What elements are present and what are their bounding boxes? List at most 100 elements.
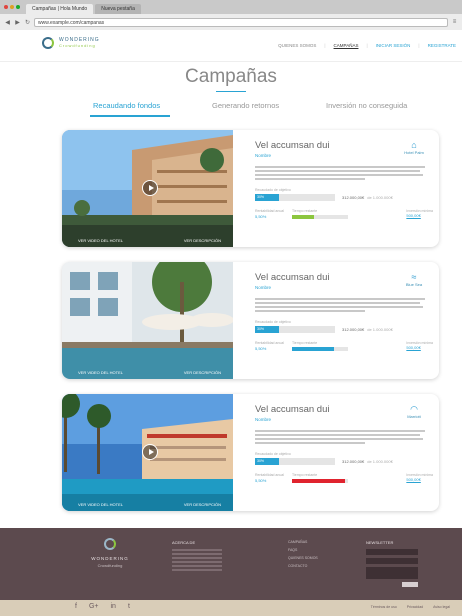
logo-mark-icon [104,538,116,550]
funding-progress-bar: 30% [255,326,335,333]
tab-no-conseguida[interactable]: Inversión no conseguida [326,101,407,110]
play-video-icon[interactable] [142,444,158,460]
footer-about-heading: ACERCA DE [172,540,196,545]
card-subtitle: Nombre [255,285,272,290]
footer-link-quienes[interactable]: QUIENES SOMOS [288,556,318,560]
description-link[interactable]: VER DESCRIPCIÓN [184,370,221,375]
progress-label: Recaudado de objetivo [255,188,291,192]
time-remaining-fill [292,215,315,219]
footer-about: ACERCA DE [172,540,222,573]
min-investment: Inversión mínima 500,00€ [406,209,433,218]
campaign-card[interactable]: VER VIDEO DEL HOTEL VER DESCRIPCIÓN ⌂ Hot… [62,130,439,247]
google-plus-icon[interactable]: G+ [89,603,99,610]
newsletter-message-field[interactable] [366,567,418,579]
browser-toolbar: ◀ ▶ ↻ www.example.com/campanas ≡ [0,14,462,30]
browser-tabbar: Campañas | Hola Mundo Nueva pestaña [0,0,462,14]
card-title: Vel accumsan dui [255,140,330,151]
forward-arrow-icon[interactable]: ▶ [14,19,21,26]
campaign-tabs: Recaudando fondos Generando retornos Inv… [0,98,462,118]
time-remaining: Tiempo restante [292,341,348,351]
newsletter-name-field[interactable] [366,549,418,555]
video-link[interactable]: VER VIDEO DEL HOTEL [78,502,123,507]
page-title: Campañas [185,66,277,87]
video-link[interactable]: VER VIDEO DEL HOTEL [78,370,123,375]
maximize-window-icon[interactable] [16,5,20,9]
time-remaining: Tiempo restante [292,209,348,219]
nav-iniciar-sesion[interactable]: INICIAR SESIÓN [376,43,411,48]
browser-chrome: Campañas | Hola Mundo Nueva pestaña ◀ ▶ … [0,0,462,30]
logo-tagline: Crowdfunding [59,43,96,48]
annual-return: Rentabilidad anual 5,50% [255,209,284,219]
legal-links: Términos de uso Privacidad Aviso legal [371,605,450,609]
campaign-image[interactable]: VER VIDEO DEL HOTEL VER DESCRIPCIÓN [62,394,233,511]
funding-progress-bar: 30% [255,194,335,201]
min-investment: Inversión mínima 500,00€ [406,473,433,482]
video-link[interactable]: VER VIDEO DEL HOTEL [78,238,123,243]
nav-quienes-somos[interactable]: QUIENES SOMOS [278,43,316,48]
footer-link-contacto[interactable]: CONTACTO [288,564,318,568]
funding-progress-fill: 30% [255,194,279,201]
time-remaining-fill [292,479,346,483]
campaign-card[interactable]: VER VIDEO DEL HOTEL VER DESCRIPCIÓN ≈ Blu… [62,262,439,379]
footer-links: CAMPAÑAS FAQS QUIENES SOMOS CONTACTO [288,540,318,572]
site-header: WONDERING Crowdfunding QUIENES SOMOS | C… [0,30,462,62]
site-logo[interactable]: WONDERING Crowdfunding [42,37,100,49]
social-links: f G+ in t [75,603,130,610]
amount-raised: 312.000,00€ [342,195,365,200]
menu-icon[interactable]: ≡ [451,19,458,25]
card-description [255,298,433,312]
footer-newsletter: NEWSLETTER [366,540,418,587]
main-nav: QUIENES SOMOS | CAMPAÑAS | INICIAR SESIÓ… [278,43,456,48]
campaign-image[interactable]: VER VIDEO DEL HOTEL VER DESCRIPCIÓN [62,262,233,379]
play-video-icon[interactable] [142,180,158,196]
time-remaining-fill [292,347,334,351]
window-controls [4,0,20,14]
min-investment-link[interactable]: 500,00€ [406,213,433,218]
min-investment-link[interactable]: 500,00€ [406,345,433,350]
nav-separator: | [324,43,326,48]
facebook-icon[interactable]: f [75,603,77,610]
footer-link-campanas[interactable]: CAMPAÑAS [288,540,318,544]
address-bar[interactable]: www.example.com/campanas [34,17,448,27]
amount-goal: de 1.000.000€ [367,459,393,464]
tab-generando[interactable]: Generando retornos [212,101,279,110]
campaign-image[interactable]: VER VIDEO DEL HOTEL VER DESCRIPCIÓN [62,130,233,247]
twitter-icon[interactable]: t [128,603,130,610]
description-link[interactable]: VER DESCRIPCIÓN [184,238,221,243]
reload-icon[interactable]: ↻ [24,19,31,26]
funding-progress-fill: 30% [255,458,279,465]
minimize-window-icon[interactable] [10,5,14,9]
annual-return: Rentabilidad anual 5,50% [255,341,284,351]
nav-separator: | [418,43,420,48]
legal-link-terms[interactable]: Términos de uso [371,605,397,609]
linkedin-icon[interactable]: in [111,603,116,610]
site-footer: WONDERING Crowdfunding ACERCA DE CAMPAÑA… [0,528,462,600]
annual-return: Rentabilidad anual 5,50% [255,473,284,483]
logo-mark-icon [42,37,54,49]
min-investment-link[interactable]: 500,00€ [406,477,433,482]
footer-link-faqs[interactable]: FAQS [288,548,318,552]
amount-goal: de 1.000.000€ [367,327,393,332]
amount-raised: 312.000,00€ [342,459,365,464]
browser-tab[interactable]: Nueva pestaña [95,4,141,14]
campaign-card[interactable]: VER VIDEO DEL HOTEL VER DESCRIPCIÓN ◠ Mar… [62,394,439,511]
amount-raised: 312.000,00€ [342,327,365,332]
card-title: Vel accumsan dui [255,272,330,283]
newsletter-heading: NEWSLETTER [366,540,394,545]
nav-registrate[interactable]: REGISTRATE [428,43,456,48]
active-tab-indicator [90,115,170,117]
description-link[interactable]: VER DESCRIPCIÓN [184,502,221,507]
footer-logo[interactable]: WONDERING Crowdfunding [80,538,140,568]
newsletter-email-field[interactable] [366,558,418,564]
browser-tab-active[interactable]: Campañas | Hola Mundo [26,4,94,14]
progress-label: Recaudado de objetivo [255,320,291,324]
progress-label: Recaudado de objetivo [255,452,291,456]
tab-recaudando[interactable]: Recaudando fondos [93,101,160,110]
close-window-icon[interactable] [4,5,8,9]
nav-campanas[interactable]: CAMPAÑAS [334,43,359,48]
newsletter-submit-button[interactable] [402,582,418,587]
legal-link-privacy[interactable]: Privacidad [407,605,423,609]
card-body: Vel accumsan dui Nombre Recaudado de obj… [255,140,433,219]
legal-link-notice[interactable]: Aviso legal [433,605,450,609]
back-arrow-icon[interactable]: ◀ [4,19,11,26]
